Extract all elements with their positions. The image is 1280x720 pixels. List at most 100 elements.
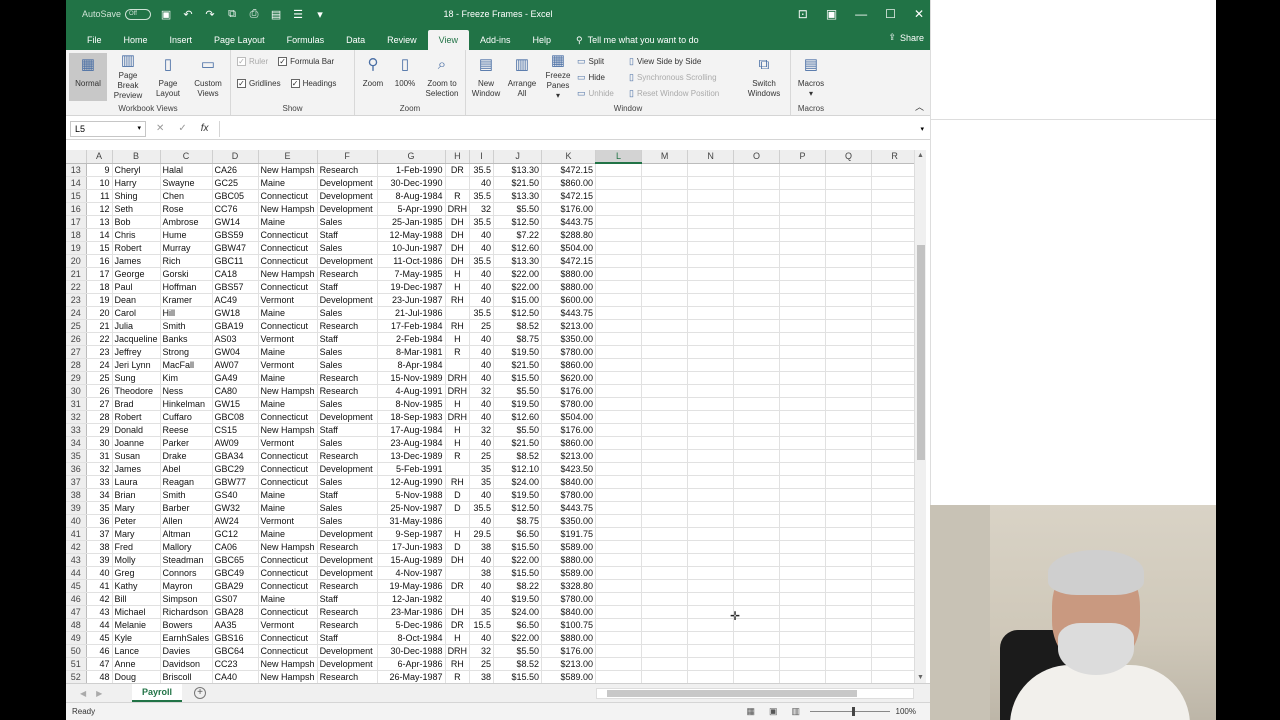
cell[interactable] — [687, 371, 735, 385]
cell[interactable]: Development — [317, 254, 378, 268]
cell[interactable] — [641, 176, 689, 190]
cell[interactable]: $472.15 — [541, 163, 597, 177]
cell[interactable]: Laura — [112, 475, 161, 489]
normal-view-button[interactable]: ▦ Normal — [69, 53, 107, 101]
cell[interactable]: Vermont — [258, 436, 318, 450]
cell[interactable]: Research — [317, 540, 378, 554]
cell[interactable]: Development — [317, 527, 378, 541]
enter-icon[interactable]: ✓ — [178, 123, 186, 134]
cell[interactable]: 35 — [86, 501, 113, 515]
cell[interactable] — [871, 605, 919, 619]
cell[interactable] — [733, 397, 781, 411]
close-icon[interactable]: ✕ — [914, 7, 924, 21]
cell[interactable] — [871, 579, 919, 593]
scroll-up-icon[interactable]: ▲ — [917, 152, 924, 159]
tab-insert[interactable]: Insert — [159, 30, 204, 50]
cell[interactable] — [733, 605, 781, 619]
reset-window-position-button[interactable]: ▯ Reset Window Position — [629, 85, 739, 101]
cell[interactable]: 22 — [86, 332, 113, 346]
cell[interactable]: Bowers — [160, 618, 213, 632]
cell[interactable]: 40 — [469, 410, 495, 424]
cell[interactable]: Sales — [317, 436, 378, 450]
cell[interactable]: Donald — [112, 423, 161, 437]
cell[interactable]: Robert — [112, 410, 161, 424]
cell[interactable] — [687, 644, 735, 658]
cell[interactable] — [595, 254, 643, 268]
cell[interactable] — [687, 553, 735, 567]
cell[interactable]: Jeffrey — [112, 345, 161, 359]
cell[interactable]: New Hampsh — [258, 423, 318, 437]
cell[interactable]: 45 — [86, 631, 113, 645]
screenshot-icon[interactable]: ⧉ — [225, 7, 239, 21]
cell[interactable] — [825, 592, 873, 606]
cell[interactable]: 38 — [469, 540, 495, 554]
cell[interactable] — [779, 436, 827, 450]
cell[interactable] — [871, 202, 919, 216]
gridlines-checkbox[interactable]: ✓ Gridlines — [237, 75, 281, 92]
cell[interactable] — [825, 332, 873, 346]
cell[interactable]: Connecticut — [258, 553, 318, 567]
cell[interactable]: MacFall — [160, 358, 213, 372]
customize-qat-icon[interactable]: ▾ — [313, 7, 327, 21]
column-header[interactable]: F — [317, 150, 378, 164]
cell[interactable] — [687, 241, 735, 255]
cell[interactable]: GW14 — [212, 215, 259, 229]
cell[interactable] — [871, 319, 919, 333]
cell[interactable] — [687, 410, 735, 424]
cell[interactable]: Sales — [317, 501, 378, 515]
row-header[interactable]: 29 — [66, 371, 87, 385]
cell[interactable] — [687, 345, 735, 359]
cell[interactable]: Kramer — [160, 293, 213, 307]
row-header[interactable]: 23 — [66, 293, 87, 307]
cell[interactable] — [595, 501, 643, 515]
cell[interactable]: Connecticut — [258, 644, 318, 658]
cell[interactable]: Kyle — [112, 631, 161, 645]
cell[interactable] — [641, 514, 689, 528]
cell[interactable]: Staff — [317, 332, 378, 346]
tell-me-box[interactable]: ⚲ Tell me what you want to do — [562, 30, 699, 50]
cell[interactable] — [825, 306, 873, 320]
cell[interactable]: 5-Nov-1988 — [377, 488, 446, 502]
cell[interactable] — [779, 397, 827, 411]
cell[interactable]: Development — [317, 566, 378, 580]
macros-button[interactable]: ▤ Macros ▾ — [794, 53, 828, 101]
cell[interactable] — [641, 397, 689, 411]
cell[interactable]: Connecticut — [258, 462, 318, 476]
cell[interactable] — [871, 449, 919, 463]
cell[interactable] — [641, 254, 689, 268]
cell[interactable] — [687, 228, 735, 242]
cell[interactable]: Chris — [112, 228, 161, 242]
cell[interactable] — [871, 280, 919, 294]
cell[interactable] — [733, 384, 781, 398]
column-header[interactable]: H — [445, 150, 471, 164]
cell[interactable]: 30-Dec-1990 — [377, 176, 446, 190]
cell[interactable] — [641, 579, 689, 593]
cell[interactable]: $22.00 — [493, 267, 543, 281]
row-header[interactable]: 27 — [66, 345, 87, 359]
cell[interactable] — [595, 319, 643, 333]
cell[interactable]: Mallory — [160, 540, 213, 554]
scroll-down-icon[interactable]: ▼ — [917, 674, 924, 681]
formula-bar-checkbox[interactable]: ✓ Formula Bar — [278, 53, 334, 70]
cell[interactable] — [595, 462, 643, 476]
cell[interactable]: $19.50 — [493, 592, 543, 606]
cell[interactable] — [687, 267, 735, 281]
cell[interactable]: 5-Feb-1991 — [377, 462, 446, 476]
column-header[interactable]: M — [641, 150, 689, 164]
cell[interactable] — [779, 488, 827, 502]
cell[interactable]: 15-Aug-1989 — [377, 553, 446, 567]
cell[interactable] — [871, 267, 919, 281]
cell[interactable] — [687, 189, 735, 203]
cell[interactable]: Staff — [317, 280, 378, 294]
cell[interactable] — [733, 657, 781, 671]
tab-help[interactable]: Help — [522, 30, 563, 50]
headings-checkbox[interactable]: ✓ Headings — [290, 75, 336, 92]
cell[interactable]: $288.80 — [541, 228, 597, 242]
cell[interactable] — [445, 306, 471, 320]
cell[interactable]: 13 — [86, 215, 113, 229]
cell[interactable]: $12.50 — [493, 501, 543, 515]
hide-button[interactable]: ▭ Hide — [577, 69, 627, 85]
cell[interactable] — [779, 540, 827, 554]
cell[interactable]: $504.00 — [541, 241, 597, 255]
cell[interactable]: Theodore — [112, 384, 161, 398]
